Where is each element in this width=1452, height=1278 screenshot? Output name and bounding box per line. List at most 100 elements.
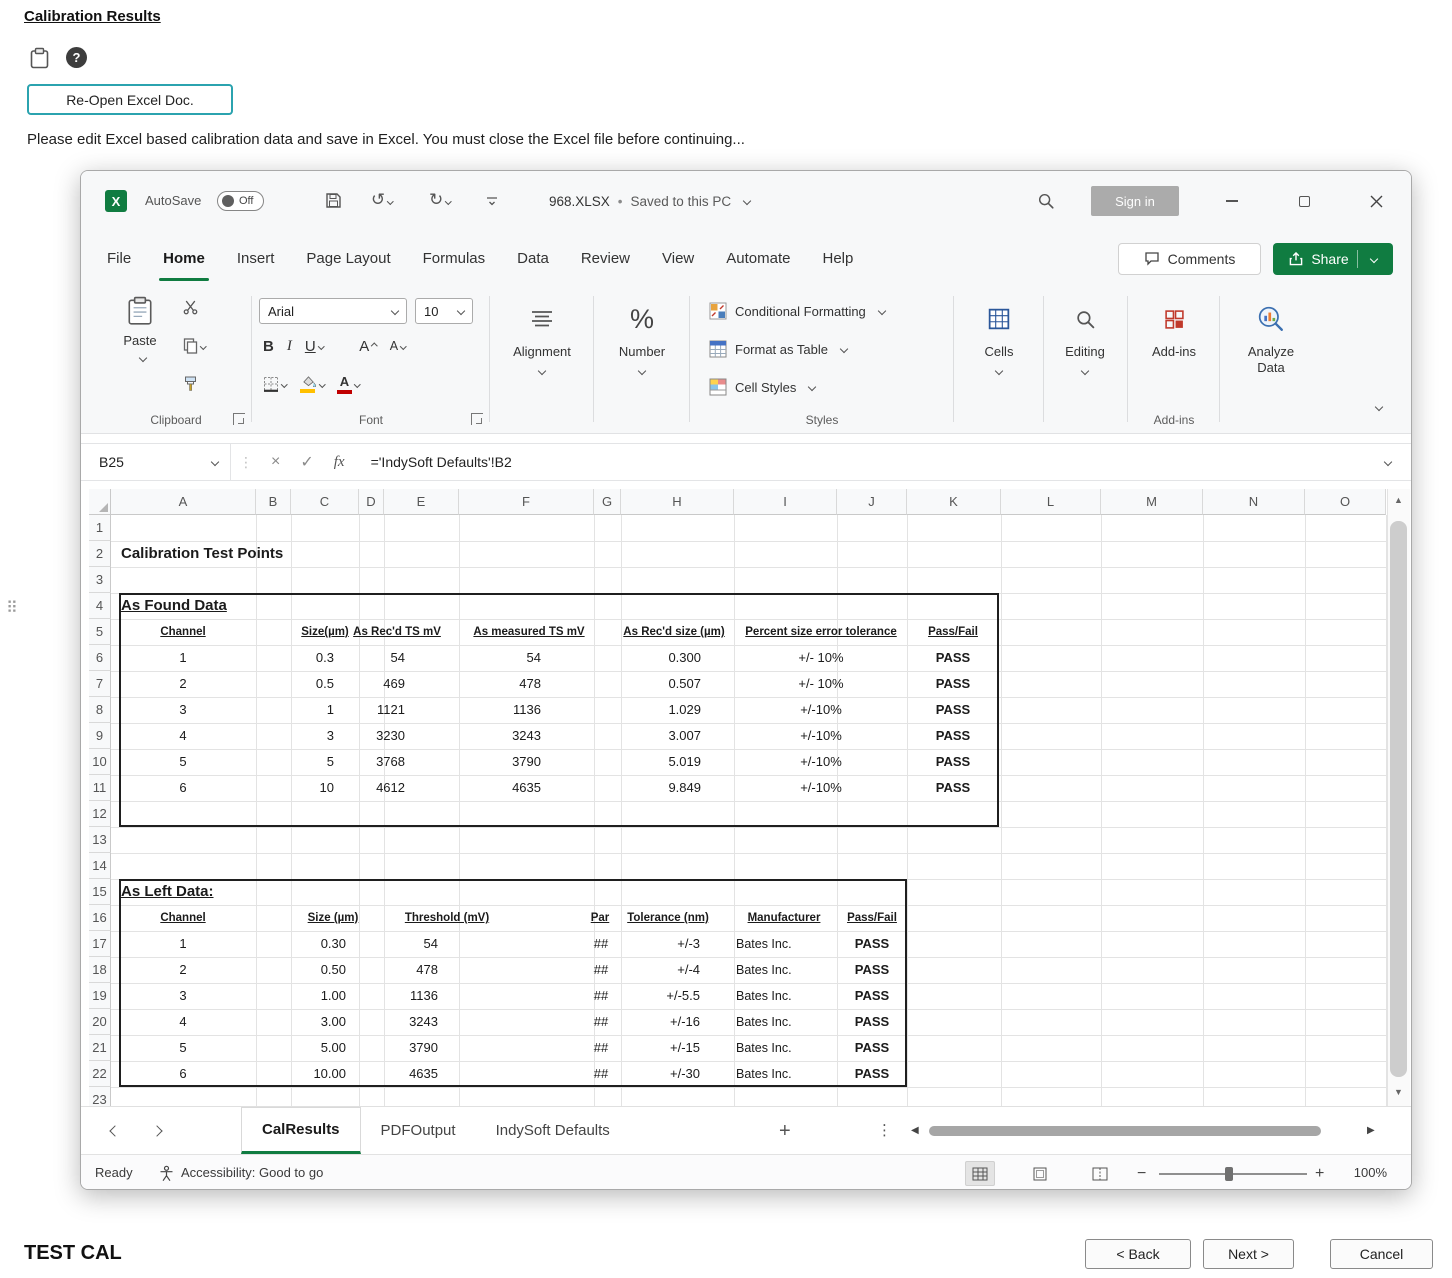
help-icon[interactable]: ? — [66, 47, 87, 68]
ribbon-tab-automate[interactable]: Automate — [710, 231, 806, 286]
sheet-title-cell[interactable]: Calibration Test Points — [121, 541, 283, 567]
row-header-1[interactable]: 1 — [89, 515, 111, 541]
as-left-data-cell[interactable]: 3 — [179, 983, 186, 1009]
as-found-data-cell[interactable]: 1121 — [377, 697, 405, 723]
as-left-data-cell[interactable]: 1.00 — [321, 983, 346, 1009]
select-all-corner[interactable] — [89, 489, 111, 515]
ribbon-tab-file[interactable]: File — [91, 231, 147, 286]
font-size-select[interactable]: 10 — [415, 298, 473, 324]
as-left-data-cell[interactable]: ## — [594, 957, 608, 983]
back-button[interactable]: < Back — [1085, 1239, 1191, 1269]
increase-font-button[interactable]: A — [359, 338, 377, 355]
ribbon-tab-review[interactable]: Review — [565, 231, 646, 286]
as-found-data-cell[interactable]: 3 — [179, 697, 186, 723]
as-left-data-cell[interactable]: ## — [594, 1061, 608, 1087]
as-found-data-cell[interactable]: 4635 — [512, 775, 541, 801]
page-layout-view-button[interactable] — [1025, 1161, 1055, 1186]
row-header-20[interactable]: 20 — [89, 1009, 111, 1035]
analyze-data-button[interactable]: Analyze Data — [1223, 286, 1319, 434]
row-header-5[interactable]: 5 — [89, 619, 111, 645]
as-found-data-cell[interactable]: 3790 — [512, 749, 541, 775]
ribbon-tab-help[interactable]: Help — [806, 231, 869, 286]
next-sheet-icon[interactable] — [151, 1125, 162, 1136]
minimize-button[interactable] — [1215, 186, 1249, 216]
column-header-H[interactable]: H — [621, 489, 734, 515]
column-header-K[interactable]: K — [907, 489, 1001, 515]
row-header-15[interactable]: 15 — [89, 879, 111, 905]
as-left-title-cell[interactable]: As Left Data: — [121, 879, 214, 905]
as-left-data-cell[interactable]: PASS — [855, 1035, 889, 1061]
italic-button[interactable]: I — [287, 338, 292, 355]
row-header-13[interactable]: 13 — [89, 827, 111, 853]
sheet-menu-icon[interactable]: ⋮ — [877, 1107, 892, 1155]
as-found-header-cell[interactable]: As measured TS mV — [473, 619, 584, 645]
as-left-data-cell[interactable]: 0.30 — [321, 931, 346, 957]
as-found-data-cell[interactable]: PASS — [936, 645, 970, 671]
as-found-data-cell[interactable]: PASS — [936, 697, 970, 723]
row-header-4[interactable]: 4 — [89, 593, 111, 619]
as-left-data-cell[interactable]: 6 — [179, 1061, 186, 1087]
as-found-data-cell[interactable]: 3.007 — [668, 723, 701, 749]
as-left-header-cell[interactable]: Size (µm) — [308, 905, 359, 931]
row-header-22[interactable]: 22 — [89, 1061, 111, 1087]
as-left-data-cell[interactable]: 10.00 — [313, 1061, 346, 1087]
close-button[interactable] — [1359, 186, 1393, 216]
as-found-data-cell[interactable]: +/-10% — [800, 697, 842, 723]
as-found-data-cell[interactable]: 3768 — [376, 749, 405, 775]
as-found-data-cell[interactable]: 5 — [327, 749, 334, 775]
prev-sheet-icon[interactable] — [109, 1125, 120, 1136]
share-button[interactable]: Share — [1273, 243, 1393, 275]
as-found-data-cell[interactable]: 1136 — [513, 697, 541, 723]
sheet-tab-calresults[interactable]: CalResults — [241, 1107, 361, 1154]
scroll-down-icon[interactable]: ▼ — [1387, 1087, 1410, 1097]
as-left-header-cell[interactable]: Channel — [160, 905, 205, 931]
as-left-data-cell[interactable]: 3.00 — [321, 1009, 346, 1035]
row-header-14[interactable]: 14 — [89, 853, 111, 879]
bold-button[interactable]: B — [263, 338, 274, 355]
as-found-data-cell[interactable]: 0.3 — [316, 645, 334, 671]
as-found-data-cell[interactable]: 9.849 — [668, 775, 701, 801]
as-found-data-cell[interactable]: PASS — [936, 671, 970, 697]
as-left-data-cell[interactable]: PASS — [855, 931, 889, 957]
row-header-2[interactable]: 2 — [89, 541, 111, 567]
row-header-10[interactable]: 10 — [89, 749, 111, 775]
as-found-data-cell[interactable]: 469 — [383, 671, 405, 697]
as-found-header-cell[interactable]: As Rec'd size (µm) — [623, 619, 724, 645]
column-header-I[interactable]: I — [734, 489, 837, 515]
as-found-data-cell[interactable]: +/-10% — [800, 775, 842, 801]
row-header-12[interactable]: 12 — [89, 801, 111, 827]
accessibility-icon[interactable] — [159, 1165, 174, 1185]
underline-button[interactable]: U — [305, 338, 323, 355]
format-as-table-button[interactable]: Format as Table — [709, 334, 847, 364]
zoom-slider-track[interactable] — [1159, 1173, 1307, 1175]
accessibility-status[interactable]: Accessibility: Good to go — [181, 1155, 323, 1190]
as-found-header-cell[interactable]: Channel — [160, 619, 205, 645]
as-left-header-cell[interactable]: Par — [591, 905, 610, 931]
column-header-D[interactable]: D — [359, 489, 384, 515]
as-found-header-cell[interactable]: Pass/Fail — [928, 619, 978, 645]
cell-styles-button[interactable]: Cell Styles — [709, 372, 815, 402]
as-left-header-cell[interactable]: Pass/Fail — [847, 905, 897, 931]
as-left-data-cell[interactable]: Bates Inc. — [736, 957, 792, 983]
column-header-A[interactable]: A — [111, 489, 256, 515]
column-header-E[interactable]: E — [384, 489, 459, 515]
format-painter-button[interactable] — [183, 376, 198, 392]
sheet-tab-pdfoutput[interactable]: PDFOutput — [361, 1107, 476, 1154]
row-header-19[interactable]: 19 — [89, 983, 111, 1009]
as-left-data-cell[interactable]: 5 — [179, 1035, 186, 1061]
row-header-7[interactable]: 7 — [89, 671, 111, 697]
row-header-9[interactable]: 9 — [89, 723, 111, 749]
as-found-data-cell[interactable]: +/-10% — [800, 723, 842, 749]
as-found-title-cell[interactable]: As Found Data — [121, 593, 227, 619]
number-button[interactable]: % Number — [597, 286, 687, 434]
dialog-launcher-icon[interactable] — [233, 413, 245, 425]
as-left-data-cell[interactable]: Bates Inc. — [736, 983, 792, 1009]
as-found-data-cell[interactable]: PASS — [936, 749, 970, 775]
as-left-header-cell[interactable]: Tolerance (nm) — [627, 905, 709, 931]
ribbon-tab-view[interactable]: View — [646, 231, 710, 286]
column-header-L[interactable]: L — [1001, 489, 1101, 515]
as-found-data-cell[interactable]: +/- 10% — [798, 671, 843, 697]
zoom-out-button[interactable]: − — [1137, 1155, 1146, 1190]
as-left-data-cell[interactable]: +/-4 — [677, 957, 700, 983]
as-found-data-cell[interactable]: 3230 — [376, 723, 405, 749]
